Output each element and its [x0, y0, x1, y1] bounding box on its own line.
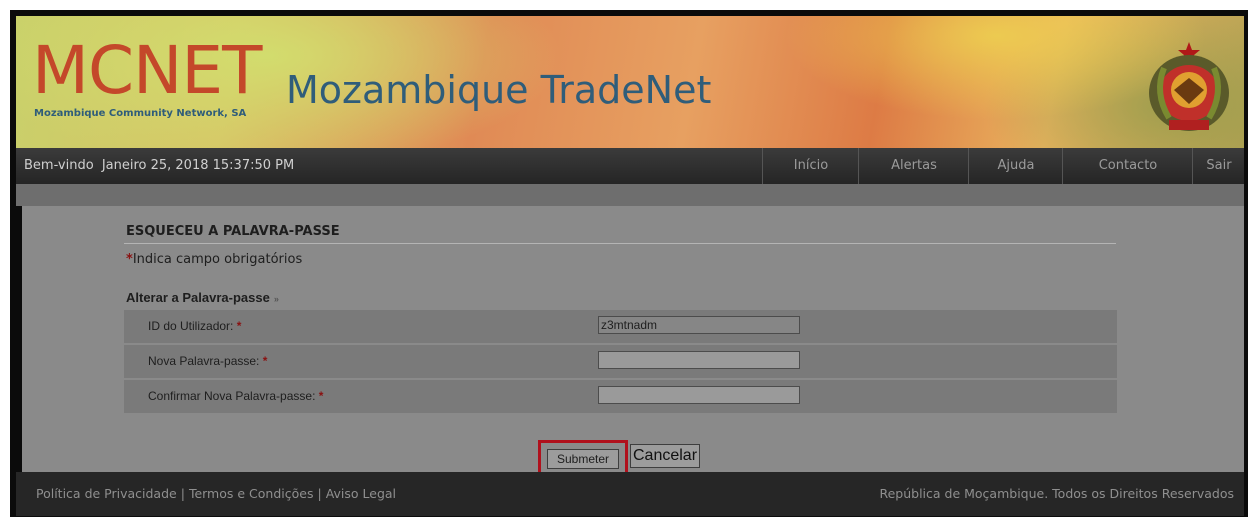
welcome-text: Bem-vindo Janeiro 25, 2018 15:37:50 PM — [24, 158, 298, 173]
chevron-down-icon: » — [273, 294, 279, 304]
required-note: *Indica campo obrigatórios — [126, 252, 302, 267]
nav-item-alertas[interactable]: Alertas — [858, 148, 969, 184]
page-footer: Política de Privacidade | Termos e Condiçõ… — [16, 472, 1244, 516]
section-change-password[interactable]: Alterar a Palavra-passe» — [126, 290, 279, 305]
nav-item-sair[interactable]: Sair — [1192, 148, 1245, 184]
logo-text: MCNET — [32, 32, 262, 109]
confirm-password-label-text: Confirmar Nova Palavra-passe: — [148, 389, 316, 403]
footer-separator: | — [180, 486, 185, 501]
user-id-field[interactable] — [598, 316, 800, 334]
site-title: Mozambique TradeNet — [286, 68, 712, 112]
section-label: Alterar a Palavra-passe — [126, 290, 270, 305]
heading-divider — [124, 243, 1116, 244]
copyright-text: República de Moçambique. Todos os Direit… — [879, 486, 1234, 501]
footer-links: Política de Privacidade | Termos e Condiçõ… — [36, 486, 396, 501]
new-password-field[interactable] — [598, 351, 800, 369]
submit-highlight: Submeter — [538, 440, 628, 476]
nav-item-contacto[interactable]: Contacto — [1062, 148, 1193, 184]
nav-item-inicio[interactable]: Início — [762, 148, 859, 184]
required-marker: * — [262, 354, 268, 368]
page-title: ESQUECEU A PALAVRA-PASSE — [126, 224, 340, 239]
main-content: ESQUECEU A PALAVRA-PASSE *Indica campo o… — [22, 206, 1244, 476]
user-id-label: ID do Utilizador: * — [148, 319, 241, 333]
required-note-text: Indica campo obrigatórios — [132, 252, 303, 267]
user-id-label-text: ID do Utilizador: — [148, 319, 234, 333]
required-marker: * — [318, 389, 324, 403]
terms-link[interactable]: Termos e Condições — [189, 486, 314, 501]
required-marker: * — [126, 252, 133, 267]
legal-notice-link[interactable]: Aviso Legal — [326, 486, 396, 501]
mozambique-emblem-icon — [1149, 42, 1229, 131]
mcnet-logo[interactable]: MCNET — [32, 38, 262, 104]
new-password-label-text: Nova Palavra-passe: — [148, 354, 260, 368]
footer-separator: | — [317, 486, 322, 501]
top-nav-bar: Bem-vindo Janeiro 25, 2018 15:37:50 PM I… — [16, 148, 1244, 184]
current-datetime: Janeiro 25, 2018 15:37:50 PM — [101, 158, 295, 173]
welcome-label: Bem-vindo — [24, 158, 94, 173]
password-form: ID do Utilizador: * Nova Palavra-passe: … — [124, 310, 1117, 415]
confirm-password-label: Confirmar Nova Palavra-passe: * — [148, 389, 323, 403]
privacy-policy-link[interactable]: Política de Privacidade — [36, 486, 177, 501]
new-password-label: Nova Palavra-passe: * — [148, 354, 267, 368]
form-row-confirm-password: Confirmar Nova Palavra-passe: * — [124, 380, 1117, 415]
confirm-password-field[interactable] — [598, 386, 800, 404]
cancel-button[interactable]: Cancelar — [630, 444, 701, 468]
form-row-user-id: ID do Utilizador: * — [124, 310, 1117, 345]
nav-spacer — [16, 184, 1244, 206]
form-row-new-password: Nova Palavra-passe: * — [124, 345, 1117, 380]
nav-item-ajuda[interactable]: Ajuda — [968, 148, 1063, 184]
logo-subtitle: Mozambique Community Network, SA — [34, 108, 247, 119]
submit-button[interactable]: Submeter — [547, 449, 619, 469]
header-banner: MCNET Mozambique Community Network, SA M… — [16, 16, 1244, 148]
required-marker: * — [236, 319, 242, 333]
